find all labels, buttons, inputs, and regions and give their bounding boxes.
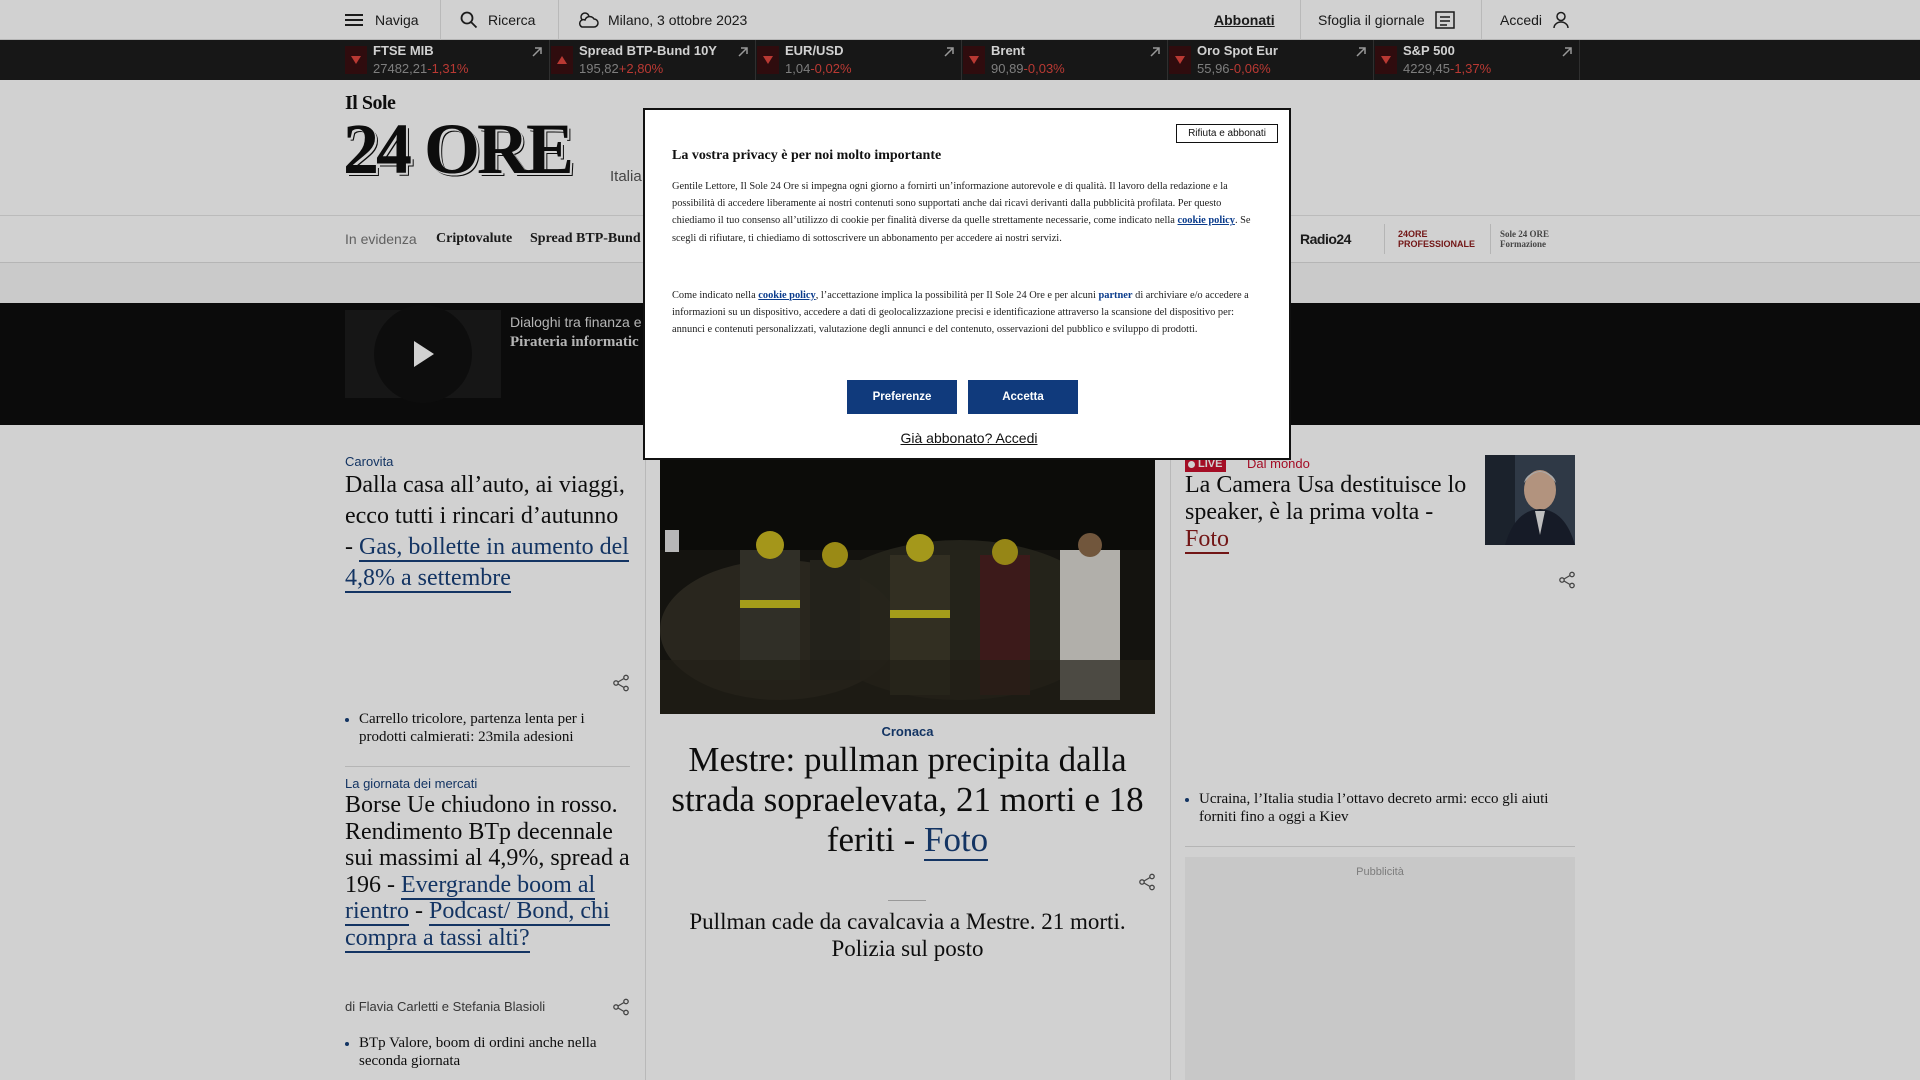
p1-text-a: Gentile Lettore, Il Sole 24 Ore si impeg… <box>672 181 1228 227</box>
dialog-title: La vostra privacy è per noi molto import… <box>672 148 942 163</box>
accept-button[interactable]: Accetta <box>968 380 1078 414</box>
dialog-paragraph-1: Gentile Lettore, Il Sole 24 Ore si impeg… <box>672 178 1262 247</box>
cookie-policy-link[interactable]: cookie policy <box>1178 215 1235 226</box>
p2-text-b: , l’accettazione implica la possibilità … <box>815 290 1099 301</box>
dialog-paragraph-2: Come indicato nella cookie policy, l’acc… <box>672 287 1262 339</box>
already-subscribed-login-link[interactable]: Già abbonato? Accedi <box>645 430 1293 446</box>
cookie-policy-link[interactable]: cookie policy <box>758 290 815 301</box>
reject-subscribe-button[interactable]: Rifiuta e abbonati <box>1176 124 1278 143</box>
partner-link[interactable]: partner <box>1098 290 1132 301</box>
privacy-dialog: Rifiuta e abbonati La vostra privacy è p… <box>643 108 1291 460</box>
p2-text-a: Come indicato nella <box>672 290 759 301</box>
preferences-button[interactable]: Preferenze <box>847 380 957 414</box>
